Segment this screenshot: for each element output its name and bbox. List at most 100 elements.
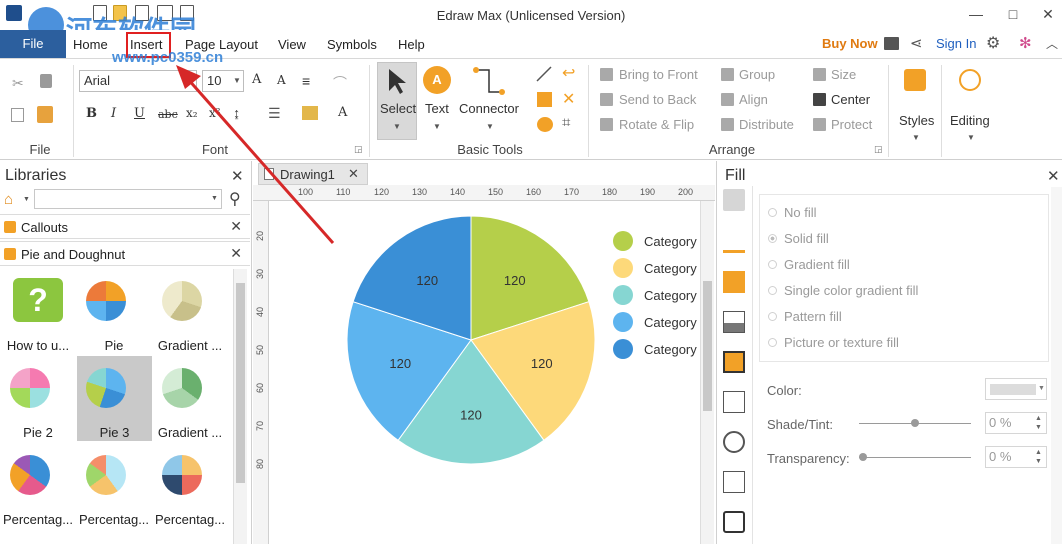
format-painter-icon[interactable]	[40, 74, 52, 88]
library-search-input[interactable]	[34, 189, 222, 209]
library-item[interactable]: Pie 2	[0, 356, 76, 441]
document-tab[interactable]: Drawing1 ✕	[258, 163, 368, 185]
minimize-button[interactable]: —	[966, 4, 986, 24]
image-icon[interactable]	[723, 311, 745, 333]
close-icon[interactable]: ✕	[348, 166, 359, 182]
align-button[interactable]: Align	[739, 92, 768, 107]
pie-chart[interactable]: 120 120 120 120 120 Category Category Category C…	[270, 202, 698, 542]
tab-home[interactable]: Home	[73, 37, 108, 52]
connector-tool-icon[interactable]	[472, 66, 506, 96]
buy-icon[interactable]	[884, 37, 899, 50]
collapse-ribbon-icon[interactable]: ︿	[1046, 35, 1058, 52]
styles-button[interactable]: Styles	[899, 113, 934, 128]
radio-no-fill[interactable]	[768, 208, 777, 217]
underline-button[interactable]: U	[134, 106, 145, 121]
shadow-icon[interactable]	[723, 271, 745, 293]
library-item[interactable]: Gradient ...	[152, 356, 228, 441]
close-icon[interactable]: ✕	[231, 167, 244, 185]
bring-to-front-button[interactable]: Bring to Front	[619, 67, 698, 82]
distribute-button[interactable]: Distribute	[739, 117, 794, 132]
comment-icon[interactable]	[723, 511, 745, 533]
library-section-pie[interactable]: Pie and Doughnut ✕	[0, 241, 250, 266]
chevron-down-icon[interactable]: ▼	[186, 76, 194, 85]
option-picture-fill[interactable]: Picture or texture fill	[784, 335, 899, 350]
chevron-down-icon[interactable]: ▼	[23, 196, 30, 203]
close-icon[interactable]: ✕	[1047, 167, 1060, 185]
cross-tool-icon[interactable]: ✕	[562, 89, 575, 109]
library-item[interactable]: Gradient ...	[152, 271, 228, 356]
library-section-callouts[interactable]: Callouts ✕	[0, 214, 250, 239]
rotate-flip-button[interactable]: Rotate & Flip	[619, 117, 694, 132]
text-tool-icon[interactable]: A	[423, 66, 451, 94]
buy-now-link[interactable]: Buy Now	[822, 36, 878, 51]
scroll-thumb[interactable]	[703, 281, 712, 411]
radio-picture-fill[interactable]	[768, 338, 777, 347]
library-item-selected[interactable]: Pie 3	[77, 356, 152, 441]
sign-in-link[interactable]: Sign In	[936, 36, 976, 51]
chevron-down-icon[interactable]: ▼	[233, 76, 241, 85]
decrease-font-icon[interactable]: A	[277, 73, 286, 87]
close-icon[interactable]: ✕	[230, 245, 242, 262]
close-window-button[interactable]: ✕	[1038, 4, 1058, 24]
chevron-down-icon[interactable]: ▼	[967, 133, 975, 142]
editing-button[interactable]: Editing	[950, 113, 990, 128]
library-item[interactable]: Percentag...	[152, 443, 228, 528]
scroll-thumb[interactable]	[236, 283, 245, 483]
library-item[interactable]: Percentag...	[0, 443, 76, 528]
line-spacing-icon[interactable]: ⌒	[333, 73, 347, 93]
arrange-dialog-icon[interactable]: ◲	[874, 144, 883, 155]
shade-slider-knob[interactable]	[911, 419, 919, 427]
superscript-button[interactable]: x²	[209, 106, 221, 120]
library-item[interactable]: Percentag...	[76, 443, 152, 528]
page-list-icon[interactable]	[723, 391, 745, 413]
rectangle-tool-icon[interactable]	[537, 92, 552, 107]
layers-icon[interactable]	[723, 351, 745, 373]
maximize-button[interactable]: □	[1003, 4, 1023, 24]
chevron-down-icon[interactable]: ▼	[912, 133, 920, 142]
copy-icon[interactable]	[11, 108, 24, 122]
radio-single-gradient[interactable]	[768, 286, 777, 295]
attachment-icon[interactable]	[723, 471, 745, 493]
option-pattern-fill[interactable]: Pattern fill	[784, 309, 842, 324]
share-icon[interactable]: ⋖	[910, 34, 923, 52]
spin-arrows-icon[interactable]: ▲ ▼	[1035, 448, 1042, 466]
color-picker[interactable]: ▼	[985, 378, 1047, 400]
transparency-slider-knob[interactable]	[859, 453, 867, 461]
transparency-slider-track[interactable]	[859, 457, 971, 458]
option-gradient-fill[interactable]: Gradient fill	[784, 257, 850, 272]
editing-icon[interactable]	[959, 69, 981, 91]
theme-icon[interactable]: ✻	[1019, 34, 1032, 52]
tab-file[interactable]: File	[0, 30, 66, 58]
chevron-down-icon[interactable]: ▼	[211, 195, 218, 202]
size-button[interactable]: Size	[831, 67, 856, 82]
group-button[interactable]: Group	[739, 67, 775, 82]
close-icon[interactable]: ✕	[230, 218, 242, 235]
option-no-fill[interactable]: No fill	[784, 205, 817, 220]
center-button[interactable]: Center	[831, 92, 870, 107]
increase-font-icon[interactable]: A	[252, 72, 261, 87]
chevron-down-icon[interactable]: ▼	[393, 122, 401, 131]
chevron-down-icon[interactable]: ▼	[486, 122, 494, 131]
option-solid-fill[interactable]: Solid fill	[784, 231, 829, 246]
radio-pattern-fill[interactable]	[768, 312, 777, 321]
chevron-down-icon[interactable]: ▼	[433, 122, 441, 131]
spin-arrows-icon[interactable]: ▲ ▼	[1035, 414, 1042, 432]
line-tool-icon[interactable]	[535, 65, 553, 83]
library-item[interactable]: Pie	[76, 271, 152, 356]
connector-label[interactable]: Connector	[459, 101, 519, 116]
styles-icon[interactable]	[904, 69, 926, 91]
italic-button[interactable]: I	[111, 106, 116, 121]
send-to-back-button[interactable]: Send to Back	[619, 92, 696, 107]
bold-button[interactable]: B	[86, 106, 97, 121]
radio-solid-fill[interactable]	[768, 234, 777, 243]
align-text-icon[interactable]: ≡	[302, 73, 310, 89]
font-color-icon[interactable]: A	[338, 105, 347, 120]
protect-button[interactable]: Protect	[831, 117, 872, 132]
paste-icon[interactable]	[37, 106, 53, 123]
settings-icon[interactable]: ⚙	[986, 33, 1000, 53]
tab-help[interactable]: Help	[398, 37, 425, 52]
option-single-gradient[interactable]: Single color gradient fill	[784, 283, 918, 298]
library-item[interactable]: ? How to u...	[0, 271, 76, 356]
highlight-icon[interactable]	[302, 106, 318, 120]
font-dialog-icon[interactable]: ◲	[354, 144, 363, 155]
